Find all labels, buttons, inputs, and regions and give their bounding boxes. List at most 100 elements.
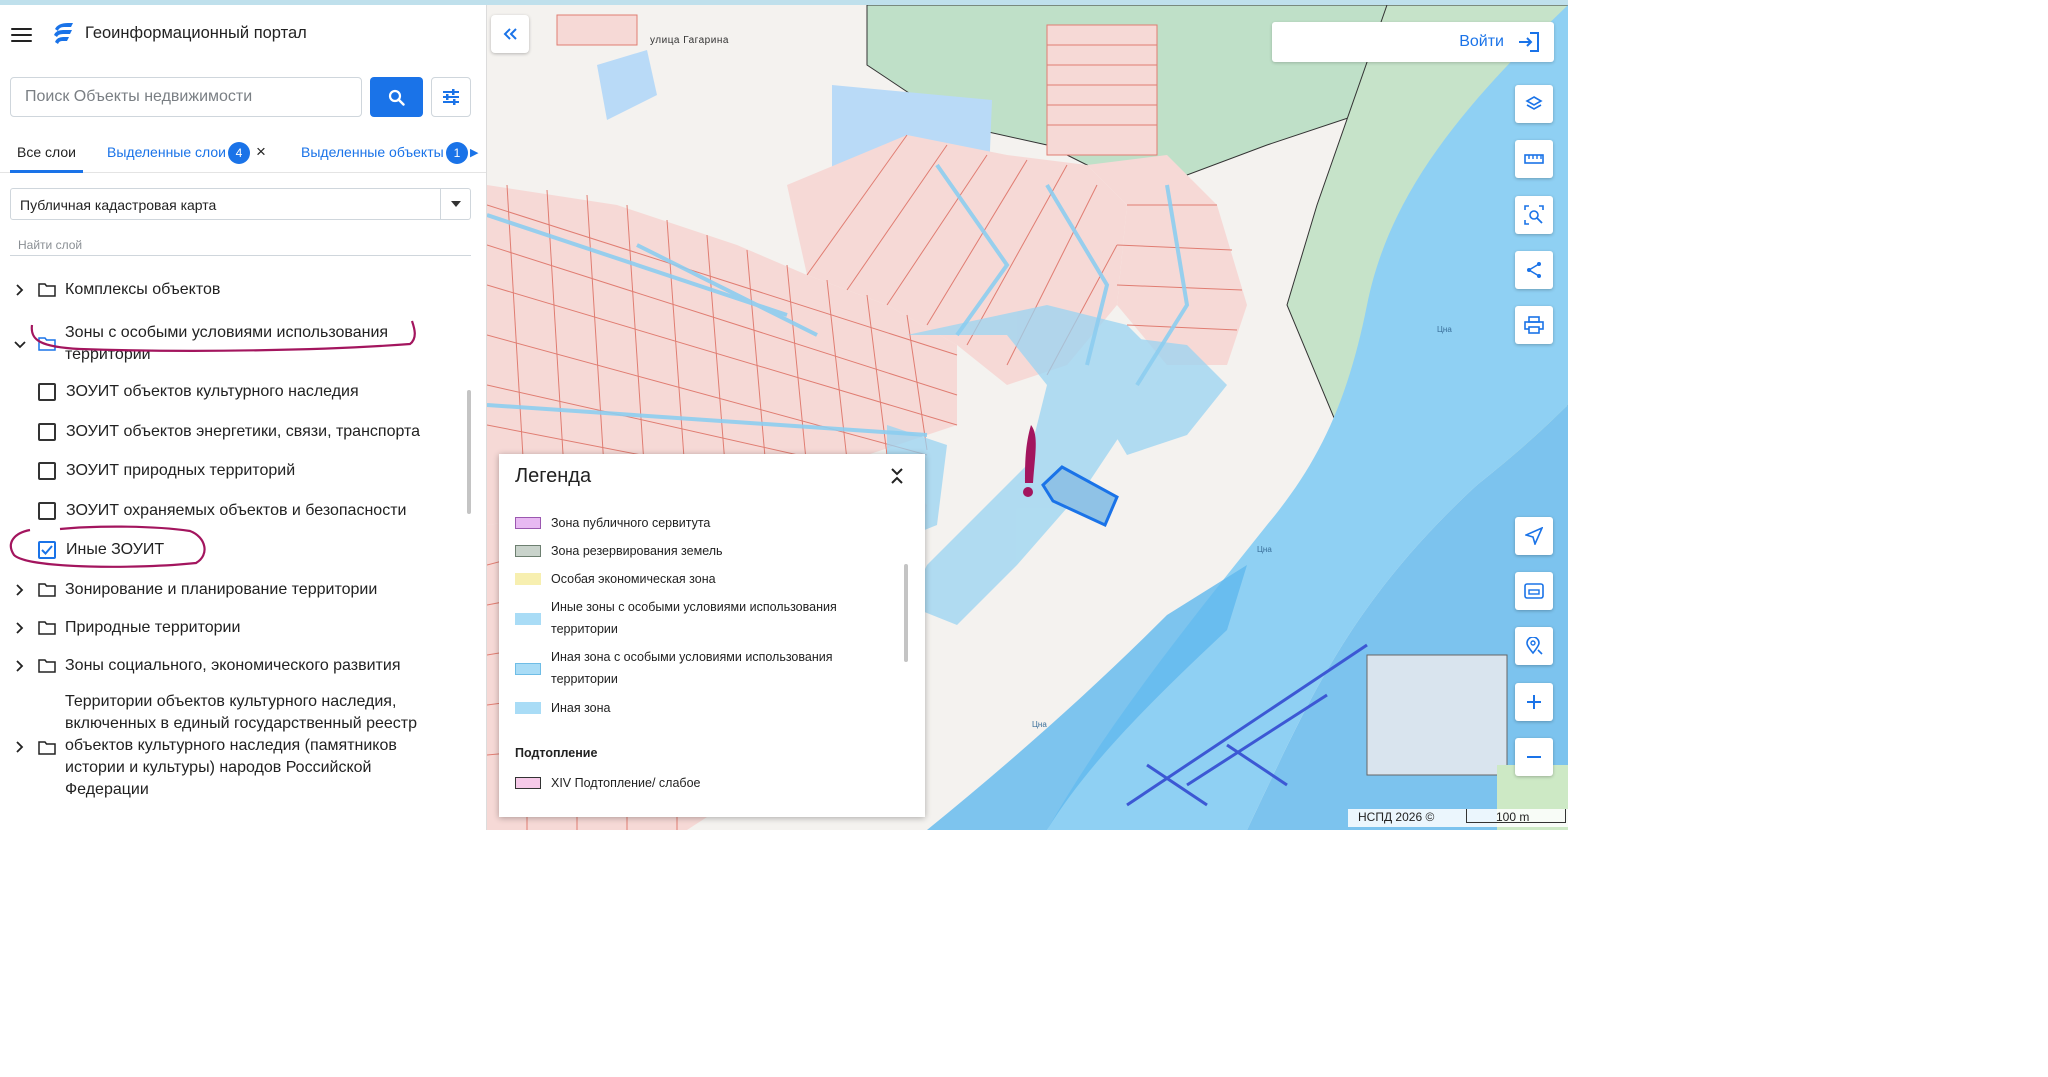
tree-row-label: ЗОУИТ объектов культурного наследия	[66, 383, 359, 400]
close-icon[interactable]: ×	[256, 143, 270, 160]
minimap-button[interactable]	[1515, 572, 1553, 610]
basemap-value: Публичная кадастровая карта	[20, 197, 217, 213]
river-label: Цна	[1257, 545, 1272, 554]
login-icon	[1519, 32, 1539, 52]
legend-swatch	[515, 702, 541, 714]
collapse-toggle-icon[interactable]	[887, 464, 907, 488]
folder-icon	[38, 741, 56, 755]
legend-swatch	[515, 517, 541, 529]
layers-panel: Геоинформационный портал Все слои Выделе…	[0, 5, 487, 830]
layers-tool-button[interactable]	[1515, 85, 1553, 123]
layer-checkbox[interactable]	[38, 423, 56, 441]
legend-swatch	[515, 573, 541, 585]
login-button[interactable]: Войти	[1272, 22, 1554, 62]
tree-row-label: Природные территории	[65, 619, 241, 636]
print-icon	[1524, 316, 1544, 334]
chevron-right-icon[interactable]	[13, 583, 27, 597]
tree-scrollbar[interactable]	[467, 390, 471, 514]
search-box[interactable]	[10, 77, 362, 117]
legend-label: Зона публичного сервитута	[551, 516, 711, 530]
share-tool-button[interactable]	[1515, 251, 1553, 289]
tree-row-zoning[interactable]: Зонирование и планирование территории	[0, 575, 470, 605]
basemap-select[interactable]: Публичная кадастровая карта	[10, 188, 471, 220]
search-input[interactable]	[11, 78, 361, 116]
chevron-down-icon[interactable]	[13, 338, 27, 352]
tree-row-label: Территории объектов культурного наследия…	[65, 693, 418, 798]
legend-label: Иная зона	[551, 701, 611, 715]
map-scale: НСПД 2026 © 100 m	[1348, 809, 1568, 827]
tree-row-label: Комплексы объектов	[65, 281, 221, 298]
tabs-scroll-right-icon[interactable]: ▶	[470, 146, 478, 159]
tree-row-zouit-heritage[interactable]: ЗОУИТ объектов культурного наследия	[0, 379, 470, 405]
tree-row-label: ЗОУИТ объектов энергетики, связи, трансп…	[66, 423, 421, 440]
menu-icon[interactable]	[11, 26, 33, 44]
layers-icon	[1525, 96, 1543, 110]
chevron-right-icon[interactable]	[13, 659, 27, 673]
legend-item: XIV Подтопление/ слабое	[515, 772, 895, 794]
folder-icon	[38, 283, 56, 297]
tree-row-complexes[interactable]: Комплексы объектов	[0, 275, 470, 305]
tab-selected-layers[interactable]: Выделенные слои	[107, 133, 226, 173]
area-search-tool-button[interactable]	[1515, 196, 1553, 234]
location-pin-icon	[1526, 637, 1543, 655]
river-label: Цна	[1032, 720, 1047, 729]
area-search-icon	[1524, 205, 1544, 225]
folder-icon	[38, 659, 56, 673]
check-icon	[41, 545, 53, 555]
tree-row-heritage[interactable]: Территории объектов культурного наследия…	[0, 689, 470, 801]
tree-row-other-zouit[interactable]: Иные ЗОУИТ	[0, 537, 470, 563]
tree-row-zouit-energy[interactable]: ЗОУИТ объектов энергетики, связи, трансп…	[0, 419, 470, 445]
layer-search-input[interactable]	[10, 234, 471, 255]
zoom-out-button[interactable]	[1515, 738, 1553, 776]
layer-checkbox[interactable]	[38, 502, 56, 520]
filter-button[interactable]	[431, 77, 471, 117]
tree-row-label: Зоны социального, экономического развити…	[65, 657, 401, 674]
legend-item: Зона резервирования земель	[515, 540, 895, 562]
tree-row-zouit-security[interactable]: ЗОУИТ охраняемых объектов и безопасности	[0, 498, 470, 524]
zoom-in-button[interactable]	[1515, 683, 1553, 721]
street-label: улица Гагарина	[650, 35, 729, 46]
tree-row-zouit-group[interactable]: Зоны с особыми условиями использования т…	[0, 320, 470, 368]
legend-item: Иная зона	[515, 697, 895, 719]
legend-item: Зона публичного сервитута	[515, 512, 895, 534]
map-credit: НСПД 2026 ©	[1358, 810, 1435, 824]
minus-icon	[1527, 756, 1541, 758]
chevron-down-icon[interactable]	[440, 189, 470, 219]
sliders-icon	[443, 89, 459, 105]
chevron-right-icon[interactable]	[13, 740, 27, 754]
chevron-right-icon[interactable]	[13, 621, 27, 635]
legend-item: Особая экономическая зона	[515, 568, 895, 590]
tree-row-zouit-natural[interactable]: ЗОУИТ природных территорий	[0, 458, 470, 484]
app-header: Геоинформационный портал	[0, 5, 486, 63]
tree-row-label: Иные ЗОУИТ	[66, 541, 165, 558]
legend-swatch	[515, 545, 541, 557]
print-tool-button[interactable]	[1515, 306, 1553, 344]
layer-tabs: Все слои Выделенные слои 4 × Выделенные …	[0, 133, 486, 173]
layer-checkbox[interactable]	[38, 383, 56, 401]
chevron-right-icon[interactable]	[13, 283, 27, 297]
legend-item: Иные зоны с особыми условиями использова…	[515, 596, 895, 642]
tree-row-label: Зоны с особыми условиями использования т…	[65, 324, 389, 363]
tab-selected-objects[interactable]: Выделенные объекты	[301, 133, 444, 173]
layer-tree: Комплексы объектов Зоны с особыми услови…	[0, 275, 470, 830]
ruler-tool-button[interactable]	[1515, 140, 1553, 178]
legend-label: Иные зоны с особыми условиями использова…	[551, 600, 837, 636]
collapse-panel-button[interactable]	[491, 15, 529, 53]
search-button[interactable]	[370, 77, 423, 117]
layer-checkbox[interactable]	[38, 462, 56, 480]
legend-item: Иная зона с особыми условиями использова…	[515, 646, 895, 692]
tree-row-social[interactable]: Зоны социального, экономического развити…	[0, 651, 470, 681]
geolocation-button[interactable]	[1515, 517, 1553, 555]
river-label: Цна	[1437, 325, 1452, 334]
legend-swatch	[515, 663, 541, 675]
tree-row-label: ЗОУИТ природных территорий	[66, 462, 296, 479]
legend-scrollbar[interactable]	[904, 564, 908, 662]
app-title: Геоинформационный портал	[85, 24, 307, 42]
layer-search[interactable]	[10, 234, 471, 256]
portal-logo-icon	[54, 23, 73, 44]
tab-all-layers[interactable]: Все слои	[10, 133, 83, 173]
layer-checkbox-checked[interactable]	[38, 541, 56, 559]
tab-selected-objects-label: Выделенные объекты	[301, 144, 444, 160]
tree-row-natural[interactable]: Природные территории	[0, 613, 470, 643]
location-search-button[interactable]	[1515, 627, 1553, 665]
